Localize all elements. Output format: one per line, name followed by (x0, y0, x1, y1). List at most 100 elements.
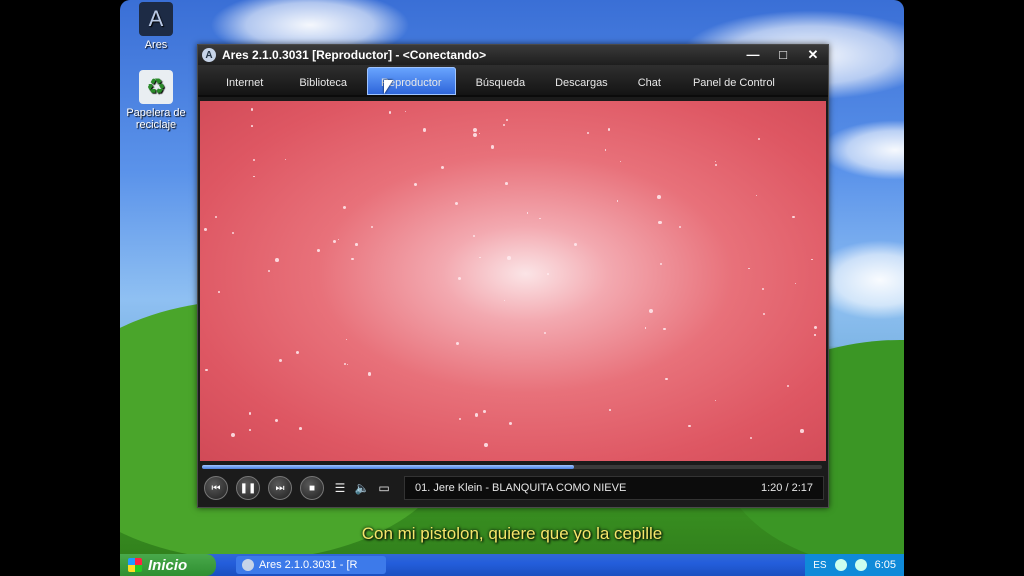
sparkle (231, 433, 235, 438)
sparkle (458, 417, 462, 421)
sparkle (505, 182, 508, 186)
sparkle (250, 108, 254, 112)
sparkle (794, 283, 796, 285)
track-time: 1:20 / 2:17 (761, 482, 813, 494)
tab-panel-de-control[interactable]: Panel de Control (679, 71, 789, 95)
video-display[interactable] (200, 101, 826, 461)
ares-tray-icon[interactable] (854, 559, 867, 571)
sparkle (506, 119, 509, 122)
sparkle (274, 419, 278, 423)
window-title: Ares 2.1.0.3031 [Reproductor] - <Conecta… (222, 48, 487, 62)
sparkle (792, 216, 795, 219)
sparkle (249, 428, 252, 431)
ares-icon (242, 559, 254, 571)
close-button[interactable]: ✕ (798, 47, 828, 63)
sparkle (586, 131, 590, 134)
sparkle (333, 240, 337, 244)
clock: 6:05 (874, 559, 896, 571)
maximize-button[interactable]: □ (768, 47, 798, 63)
sparkle (688, 424, 691, 428)
pause-button[interactable]: ❚❚ (236, 476, 260, 500)
ares-icon: A (202, 48, 216, 62)
tab-reproductor[interactable]: Reproductor (367, 67, 456, 95)
sparkle (253, 175, 255, 177)
recycle-bin-icon: ♻ (139, 70, 173, 104)
sparkle (786, 385, 789, 388)
sparkle (573, 243, 578, 247)
window-controls: — □ ✕ (738, 47, 828, 63)
sparkle (665, 377, 668, 381)
ares-window: A Ares 2.1.0.3031 [Reproductor] - <Conec… (197, 44, 829, 508)
sparkle (800, 429, 804, 433)
sparkle (371, 225, 374, 228)
tab-internet[interactable]: Internet (212, 71, 277, 95)
sparkle (342, 205, 347, 210)
sparkle (714, 164, 717, 167)
mouse-cursor (384, 80, 393, 94)
desktop-icon-ares[interactable]: A Ares (120, 2, 196, 51)
tab-descargas[interactable]: Descargas (541, 71, 622, 95)
taskbar-item-ares[interactable]: Ares 2.1.0.3031 - [R (236, 556, 386, 574)
start-button[interactable]: Inicio (120, 554, 216, 576)
player-controls: ⏮ ❚❚ ⏭ ■ ☰ 🔈 ▭ 01. Jere Klein - BLANQUIT… (202, 473, 824, 503)
ares-icon: A (139, 2, 173, 36)
sparkle (547, 273, 549, 275)
sparkle (204, 228, 208, 232)
network-icon[interactable] (834, 559, 847, 571)
next-button[interactable]: ⏭ (268, 476, 292, 500)
sparkle (472, 127, 477, 132)
sparkle (619, 160, 622, 163)
sparkle (454, 201, 459, 206)
desktop-icon-label: Ares (144, 39, 168, 51)
tab-biblioteca[interactable]: Biblioteca (285, 71, 361, 95)
subtitle-caption: Con mi pistolon, quiere que yo la cepill… (361, 524, 663, 543)
tab-chat[interactable]: Chat (624, 71, 675, 95)
sparkle (659, 262, 663, 266)
sparkle (490, 145, 495, 149)
stop-button[interactable]: ■ (300, 476, 324, 500)
now-playing-bar: 01. Jere Klein - BLANQUITA COMO NIEVE 1:… (404, 476, 824, 500)
language-indicator[interactable]: ES (813, 560, 826, 571)
sparkle (749, 436, 752, 439)
sparkle (346, 364, 349, 366)
sparkle (317, 249, 320, 253)
sparkle (758, 138, 761, 141)
volume-icon[interactable]: 🔈 (354, 479, 370, 497)
title-bar[interactable]: A Ares 2.1.0.3031 [Reproductor] - <Conec… (198, 45, 828, 65)
sparkle (814, 334, 816, 336)
sparkle (482, 409, 486, 413)
sparkle (205, 368, 208, 372)
minimize-button[interactable]: — (738, 47, 768, 63)
previous-button[interactable]: ⏮ (204, 476, 228, 500)
sparkle (648, 309, 653, 314)
sparkle (504, 299, 506, 301)
tab-busqueda[interactable]: Búsqueda (462, 71, 540, 95)
system-tray: ES 6:05 (805, 554, 904, 576)
sparkle (472, 234, 476, 238)
sparkle (479, 132, 481, 135)
sparkle (278, 358, 283, 363)
sparkle (217, 291, 220, 293)
sparkle (644, 327, 647, 330)
sparkle (345, 338, 348, 341)
sparkle (473, 132, 478, 137)
sparkle (539, 217, 541, 220)
sparkle (355, 243, 358, 246)
playlist-icon[interactable]: ☰ (332, 479, 348, 497)
desktop-icon-label: Papelera de reciclaje (126, 107, 186, 131)
sparkle (298, 426, 302, 430)
taskbar: Inicio Ares 2.1.0.3031 - [R ES 6:05 (120, 554, 904, 576)
desktop-icon-recycle-bin[interactable]: ♻ Papelera de reciclaje (120, 70, 196, 131)
sparkle (813, 325, 818, 330)
sparkle (351, 257, 354, 261)
sparkle (811, 258, 813, 261)
sparkle (232, 231, 235, 235)
seek-bar[interactable] (202, 465, 822, 469)
sparkle (404, 110, 407, 112)
sparkle (455, 342, 459, 345)
track-title: 01. Jere Klein - BLANQUITA COMO NIEVE (415, 482, 627, 494)
fullscreen-icon[interactable]: ▭ (376, 479, 392, 497)
sparkle (248, 412, 252, 415)
sparkle (715, 399, 717, 401)
sparkle (484, 443, 488, 447)
